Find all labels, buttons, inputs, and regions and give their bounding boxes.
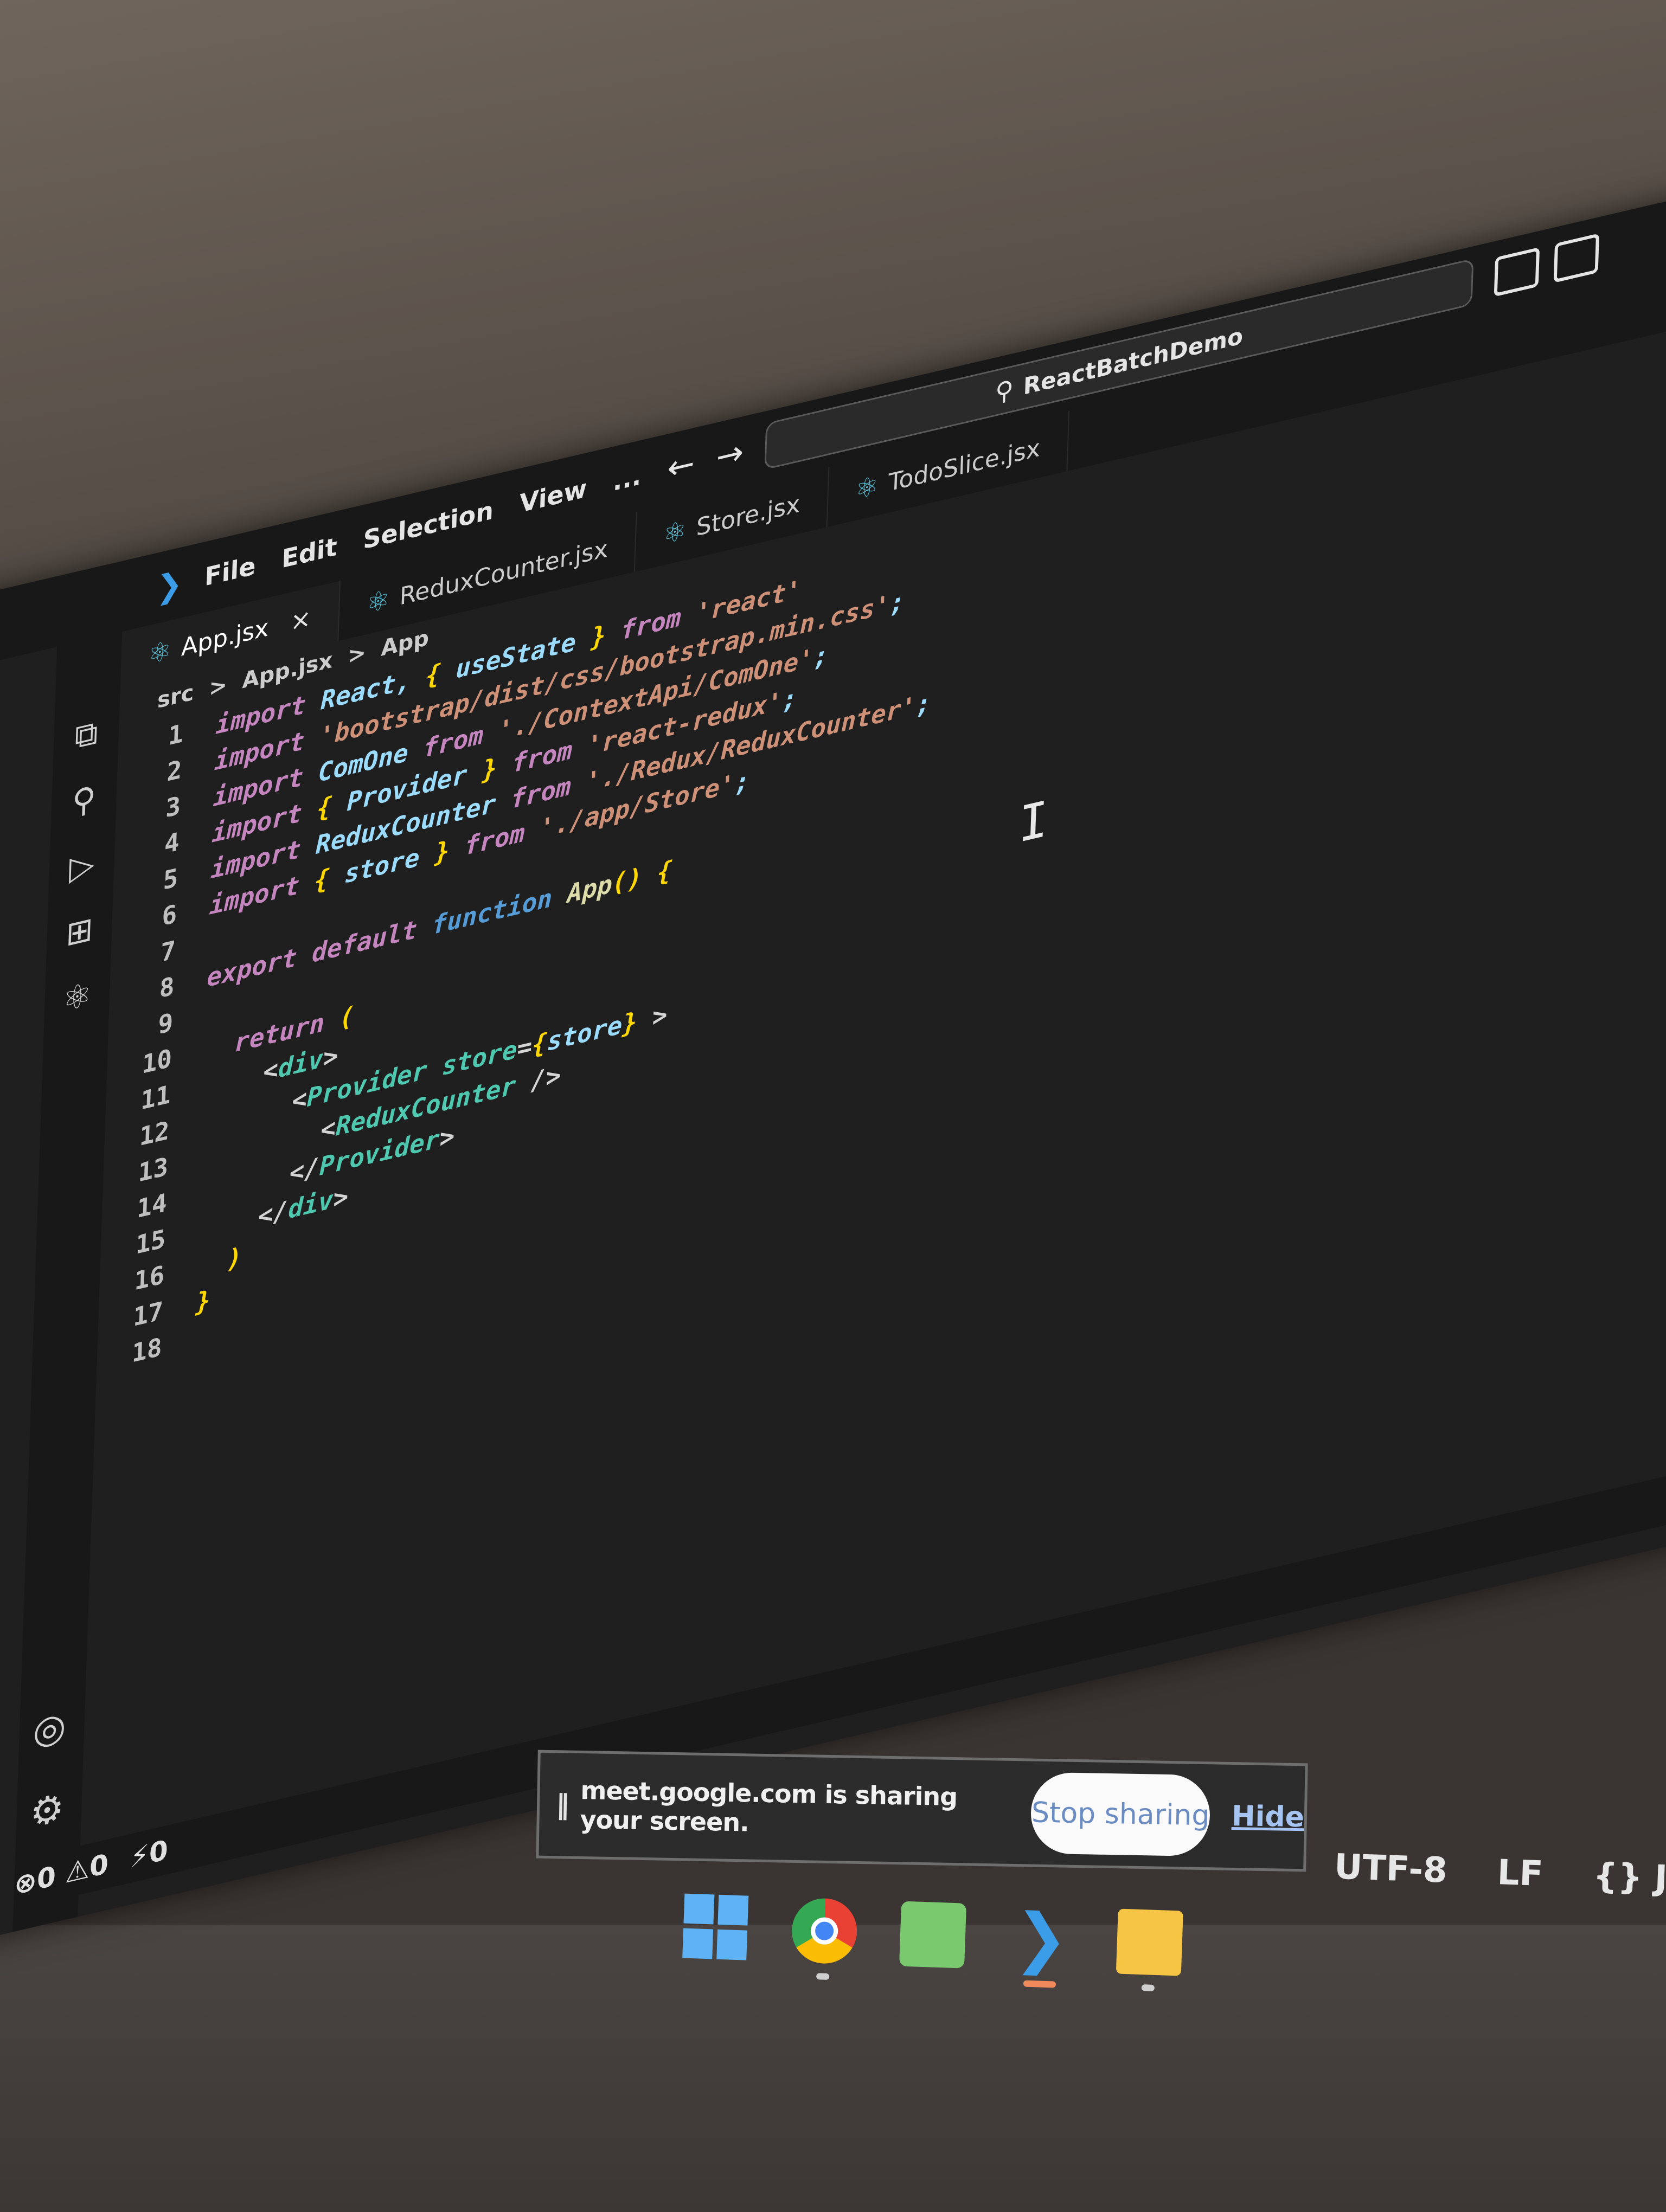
- encoding-indicator[interactable]: UTF-8: [1334, 1847, 1448, 1891]
- react-icon: ⚛: [662, 515, 687, 551]
- pause-icon: ‖: [555, 1789, 570, 1821]
- account-icon[interactable]: ◎: [32, 1702, 67, 1755]
- menu-more[interactable]: ...: [612, 461, 642, 497]
- back-arrow-icon[interactable]: ←: [667, 444, 695, 488]
- menu-view[interactable]: View: [519, 473, 587, 518]
- breadcrumb-item[interactable]: src: [157, 680, 194, 713]
- breadcrumb-item[interactable]: App: [381, 625, 430, 661]
- toggle-sidebar-icon[interactable]: [1553, 233, 1600, 283]
- coreldraw-icon[interactable]: [899, 1901, 967, 1969]
- eol-indicator[interactable]: LF: [1497, 1853, 1544, 1894]
- breadcrumb-separator: >: [347, 640, 367, 670]
- settings-gear-icon[interactable]: ⚙: [29, 1784, 65, 1837]
- room-wall: [0, 1925, 1666, 2212]
- react-icon: ⚛: [855, 470, 880, 506]
- menu-file[interactable]: File: [204, 550, 256, 591]
- run-debug-icon[interactable]: ▷: [62, 843, 101, 890]
- menu-edit[interactable]: Edit: [281, 531, 338, 574]
- screen-share-bar: ‖ meet.google.com is sharing your screen…: [536, 1750, 1308, 1872]
- react-icon: ⚛: [148, 634, 172, 671]
- vscode-taskbar-icon[interactable]: ❯: [1008, 1900, 1075, 1988]
- windows-start-icon[interactable]: [682, 1893, 749, 1961]
- search-icon: ⚲: [995, 374, 1014, 408]
- tab-label: Store.jsx: [696, 489, 801, 542]
- status-bar-right: UTF-8 LF {} Jav: [1334, 1847, 1666, 1902]
- menu-selection[interactable]: Selection: [363, 495, 494, 555]
- share-message: meet.google.com is sharing your screen.: [580, 1776, 958, 1837]
- chrome-icon[interactable]: [791, 1897, 858, 1980]
- breadcrumb-separator: >: [208, 672, 228, 702]
- language-indicator[interactable]: {} Jav: [1592, 1856, 1666, 1900]
- file-explorer-icon[interactable]: [1116, 1908, 1183, 1991]
- text-cursor-icon: I: [1017, 790, 1049, 854]
- react-icon[interactable]: ⚛: [57, 974, 97, 1021]
- search-icon[interactable]: ⚲: [65, 777, 104, 824]
- forward-arrow-icon[interactable]: →: [716, 433, 745, 477]
- explorer-icon[interactable]: ⧉: [67, 711, 106, 758]
- vscode-icon: ❯: [155, 563, 183, 607]
- code-text: }: [195, 1284, 212, 1318]
- hide-link[interactable]: Hide: [1232, 1800, 1305, 1834]
- tab-label: App.jsx: [181, 613, 270, 662]
- toggle-panel-icon[interactable]: [1494, 247, 1540, 297]
- ports-indicator[interactable]: ⚡0: [130, 1834, 169, 1874]
- react-icon: ⚛: [366, 583, 390, 620]
- close-icon[interactable]: ×: [290, 603, 311, 637]
- extensions-icon[interactable]: ⊞: [60, 908, 99, 955]
- stop-sharing-button[interactable]: Stop sharing: [1030, 1772, 1211, 1857]
